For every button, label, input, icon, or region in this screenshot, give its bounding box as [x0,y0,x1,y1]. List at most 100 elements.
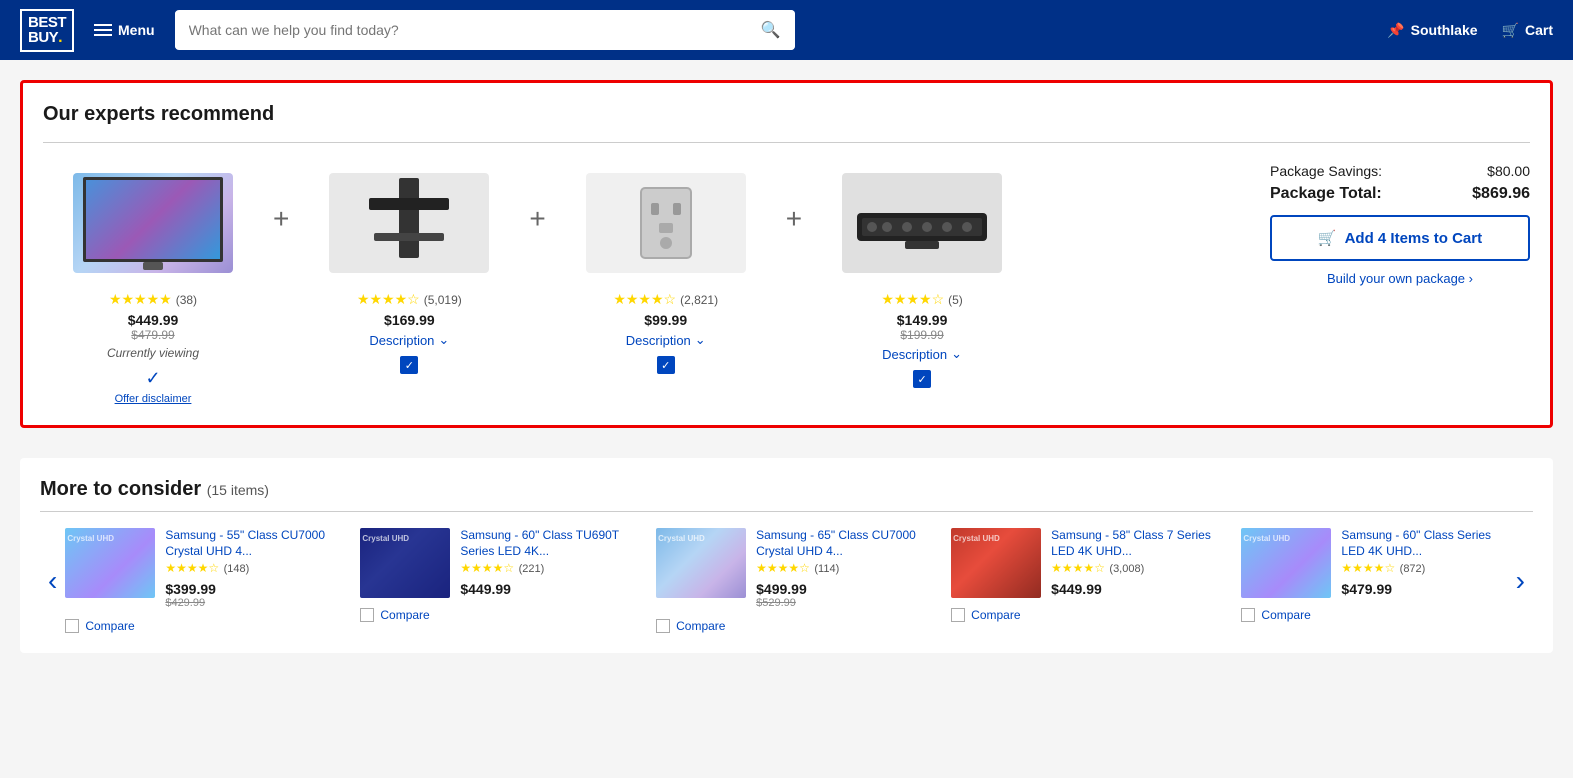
carousel-thumb-1[interactable]: Crystal UHD [360,528,450,598]
soundbar-stars-icon: ★★★★☆ [881,291,944,308]
tv-review-count: (38) [176,293,197,307]
more-title: More to consider (15 items) [40,478,1533,501]
carousel-item-2: Crystal UHD Samsung - 65" Class CU7000 C… [656,528,935,633]
tv-image[interactable] [73,173,233,273]
mount-description-label: Description [369,333,434,348]
carousel-item-3-name[interactable]: Samsung - 58" Class 7 Series LED 4K UHD.… [1051,528,1225,559]
compare-label-3[interactable]: Compare [971,608,1020,622]
compare-label-1[interactable]: Compare [380,608,429,622]
bundle-product-outlet: ★★★★☆ (2,821) $99.99 Description ⌄ ✓ [556,163,776,374]
mount-review-count: (5,019) [424,293,462,307]
compare-label-2[interactable]: Compare [676,619,725,633]
outlet-description-link[interactable]: Description ⌄ [626,332,706,348]
mount-checkbox[interactable]: ✓ [400,356,418,374]
outlet-image[interactable] [586,173,746,273]
outlet-description-label: Description [626,333,691,348]
more-divider [40,511,1533,512]
carousel-item-0: Crystal UHD Samsung - 55" Class CU7000 C… [65,528,344,633]
soundbar-checkbox[interactable]: ✓ [913,370,931,388]
outlet-review-count: (2,821) [680,293,718,307]
package-savings-value: $80.00 [1487,163,1530,179]
carousel-item-1-name[interactable]: Samsung - 60" Class TU690T Series LED 4K… [460,528,640,559]
logo-text-line2: BUY. [28,30,62,46]
compare-checkbox-4[interactable] [1241,608,1255,622]
compare-label-4[interactable]: Compare [1261,608,1310,622]
carousel-item-4-top: Crystal UHD Samsung - 60" Class Series L… [1241,528,1507,598]
carousel-item-2-top: Crystal UHD Samsung - 65" Class CU7000 C… [656,528,935,609]
search-bar: 🔍 [175,10,795,50]
carousel-item-3: Crystal UHD Samsung - 58" Class 7 Series… [951,528,1225,633]
mount-image[interactable] [329,173,489,273]
carousel-item-1: Crystal UHD Samsung - 60" Class TU690T S… [360,528,640,633]
chevron-down-icon-3: ⌄ [951,346,962,362]
store-link[interactable]: 📌 Southlake [1387,22,1477,39]
carousel-item-2-name[interactable]: Samsung - 65" Class CU7000 Crystal UHD 4… [756,528,935,559]
mount-price: $169.99 [384,312,435,328]
logo-text-line1: BEST [28,15,66,30]
logo[interactable]: BEST BUY. [20,9,74,52]
experts-recommend-section: Our experts recommend ★★★★★ (38) [20,80,1553,428]
search-input[interactable] [175,12,747,48]
carousel-items: Crystal UHD Samsung - 55" Class CU7000 C… [65,528,1507,633]
soundbar-stars-row: ★★★★☆ (5) [881,291,962,308]
carousel-thumb-0[interactable]: Crystal UHD [65,528,155,598]
hamburger-icon [94,24,112,36]
tv-checkmark-icon: ✓ [145,368,160,389]
outlet-svg [631,178,701,268]
search-button[interactable]: 🔍 [747,10,795,50]
outlet-checkbox[interactable]: ✓ [657,356,675,374]
offer-disclaimer-link[interactable]: Offer disclaimer [115,393,192,405]
compare-label-0[interactable]: Compare [85,619,134,633]
more-to-consider-section: More to consider (15 items) ‹ Crystal UH… [20,458,1553,653]
soundbar-description-link[interactable]: Description ⌄ [882,346,962,362]
carousel-item-1-top: Crystal UHD Samsung - 60" Class TU690T S… [360,528,640,598]
soundbar-image[interactable] [842,173,1002,273]
tv-stand [143,262,163,270]
compare-checkbox-3[interactable] [951,608,965,622]
cart-icon: 🛒 [1502,22,1519,39]
bundle-product-soundbar: ★★★★☆ (5) $149.99 $199.99 Description ⌄ … [812,163,1032,388]
cart-link[interactable]: 🛒 Cart [1502,22,1553,39]
carousel-item-3-top: Crystal UHD Samsung - 58" Class 7 Series… [951,528,1225,598]
carousel-thumb-4[interactable]: Crystal UHD [1241,528,1331,598]
compare-row-1: Compare [360,608,640,622]
compare-row-2: Compare [656,619,935,633]
compare-checkbox-0[interactable] [65,619,79,633]
compare-row-4: Compare [1241,608,1507,622]
carousel-thumb-2[interactable]: Crystal UHD [656,528,746,598]
compare-checkbox-2[interactable] [656,619,670,633]
carousel-price-2: $499.99 [756,581,935,597]
header-right: 📌 Southlake 🛒 Cart [1387,22,1553,39]
soundbar-price: $149.99 [897,312,948,328]
compare-checkbox-1[interactable] [360,608,374,622]
carousel-item-0-name[interactable]: Samsung - 55" Class CU7000 Crystal UHD 4… [165,528,344,559]
store-label: Southlake [1411,22,1478,38]
carousel-price-3: $449.99 [1051,581,1225,597]
chevron-down-icon: ⌄ [438,332,449,348]
mount-image-area [319,163,499,283]
experts-products: ★★★★★ (38) $449.99 $479.99 Currently vie… [43,163,1530,405]
tv-stars-row: ★★★★★ (38) [109,291,197,308]
more-item-count: (15 items) [207,482,269,498]
menu-button[interactable]: Menu [94,22,155,38]
soundbar-description-label: Description [882,347,947,362]
plus-separator-3: + [776,203,812,235]
tv-price: $449.99 [128,312,179,328]
carousel-original-2: $529.99 [756,597,935,609]
bundle-product-mount: ★★★★☆ (5,019) $169.99 Description ⌄ ✓ [299,163,519,374]
package-total-value: $869.96 [1472,185,1530,203]
cart-icon-btn: 🛒 [1318,229,1337,247]
build-package-link[interactable]: Build your own package › [1270,271,1530,286]
carousel-prev-button[interactable]: ‹ [40,565,65,597]
carousel-next-button[interactable]: › [1508,565,1533,597]
carousel-item-4-name[interactable]: Samsung - 60" Class Series LED 4K UHD... [1341,528,1507,559]
compare-row-0: Compare [65,619,344,633]
mount-description-link[interactable]: Description ⌄ [369,332,449,348]
compare-row-3: Compare [951,608,1225,622]
header: BEST BUY. Menu 🔍 📌 Southlake 🛒 Cart [0,0,1573,60]
carousel-item-0-info: Samsung - 55" Class CU7000 Crystal UHD 4… [165,528,344,609]
currently-viewing-label: Currently viewing [107,346,199,360]
carousel-thumb-3[interactable]: Crystal UHD [951,528,1041,598]
package-total-row: Package Total: $869.96 [1270,185,1530,203]
add-to-cart-button[interactable]: 🛒 Add 4 Items to Cart [1270,215,1530,261]
